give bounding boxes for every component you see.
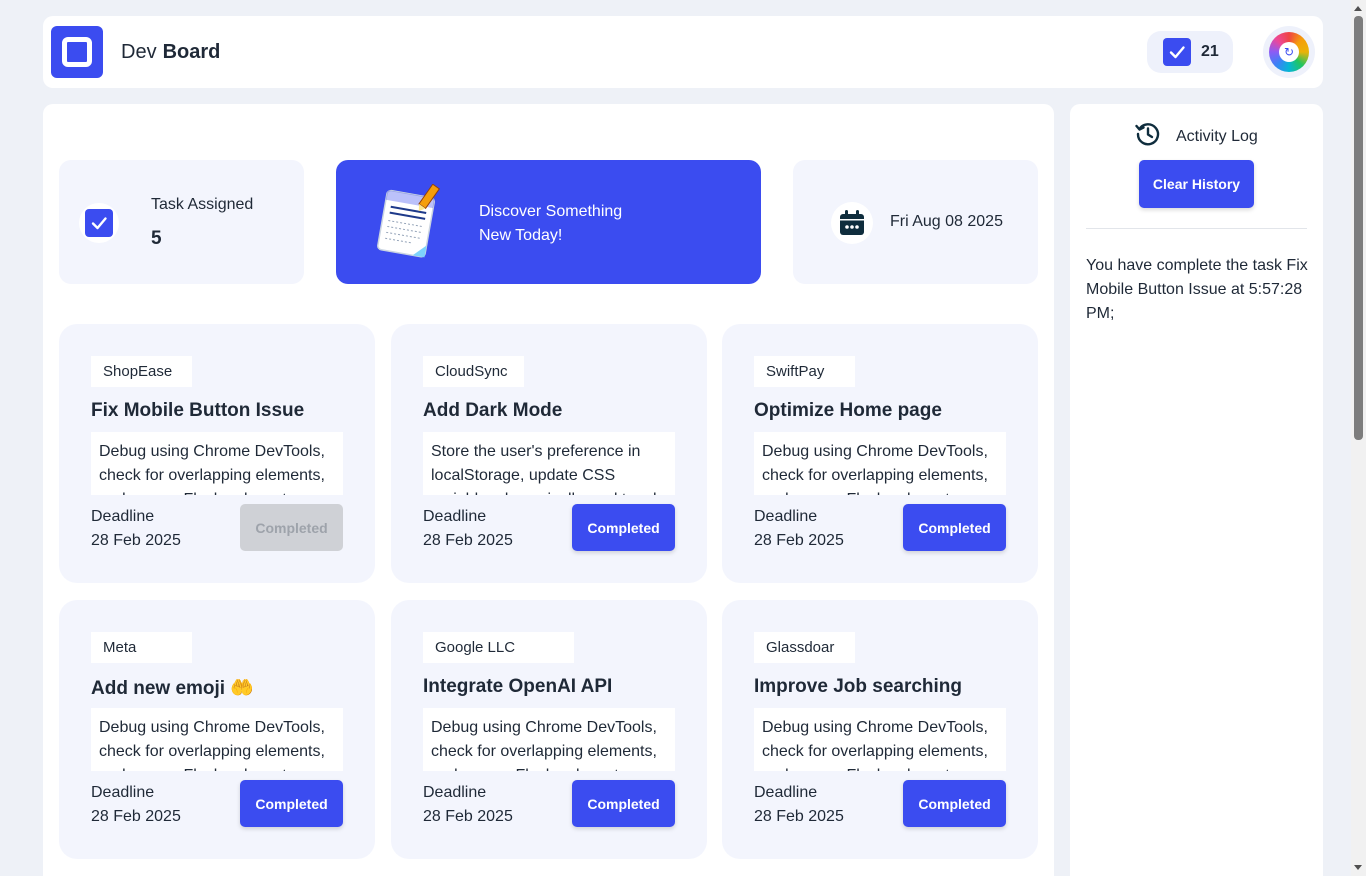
company-tag: CloudSync	[423, 356, 524, 387]
task-description: Debug using Chrome DevTools, check for o…	[754, 432, 1006, 495]
app-title: Dev Board	[121, 41, 220, 64]
completed-count: 21	[1201, 43, 1219, 60]
activity-log-title: Activity Log	[1176, 127, 1258, 145]
scrollbar-thumb[interactable]	[1354, 16, 1363, 440]
task-description: Debug using Chrome DevTools, check for o…	[423, 708, 675, 771]
task-title: Add Dark Mode	[423, 400, 563, 421]
task-title: Optimize Home page	[754, 400, 942, 421]
checkbox-icon	[85, 209, 113, 237]
completed-button[interactable]: Completed	[903, 780, 1006, 827]
devboard-logo-icon[interactable]	[51, 26, 103, 78]
deadline-label: Deadline	[91, 508, 155, 525]
app-title-part1: Dev	[121, 40, 157, 63]
main-panel: Task Assigned 5 Discover Something New T…	[43, 104, 1054, 876]
deadline-date: 28 Feb 2025	[423, 808, 513, 825]
deadline-date: 28 Feb 2025	[91, 532, 181, 549]
company-tag: Meta	[91, 632, 192, 663]
task-description: Debug using Chrome DevTools, check for o…	[754, 708, 1006, 771]
app-title-part2: Board	[162, 40, 221, 63]
deadline-date: 28 Feb 2025	[754, 808, 844, 825]
deadline-label: Deadline	[423, 508, 487, 525]
company-tag: ShopEase	[91, 356, 192, 387]
task-card: Meta Add new emoji 🤲 Debug using Chrome …	[59, 600, 375, 859]
scroll-down-arrow-icon[interactable]	[1354, 865, 1362, 870]
task-description: Store the user's preference in localStor…	[423, 432, 675, 495]
task-description: Debug using Chrome DevTools, check for o…	[91, 708, 343, 771]
divider	[1086, 228, 1307, 229]
checkbox-icon	[1163, 38, 1191, 66]
completed-button[interactable]: Completed	[903, 504, 1006, 551]
notepad-illustration	[372, 183, 444, 265]
task-card: Google LLC Integrate OpenAI API Debug us…	[391, 600, 707, 859]
deadline-date: 28 Feb 2025	[91, 808, 181, 825]
date-card: Fri Aug 08 2025	[793, 160, 1038, 284]
clear-history-button[interactable]: Clear History	[1139, 160, 1254, 208]
task-assigned-label: Task Assigned	[151, 196, 254, 213]
deadline-date: 28 Feb 2025	[423, 532, 513, 549]
task-title: Add new emoji 🤲	[91, 678, 255, 699]
banner-line-1: Discover Something	[479, 203, 623, 220]
completed-button[interactable]: Completed	[240, 504, 343, 551]
deadline-label: Deadline	[91, 784, 155, 801]
current-date: Fri Aug 08 2025	[890, 213, 1003, 230]
completed-button[interactable]: Completed	[572, 504, 675, 551]
deadline-date: 28 Feb 2025	[754, 532, 844, 549]
task-card: CloudSync Add Dark Mode Store the user's…	[391, 324, 707, 583]
task-card: Glassdoar Improve Job searching Debug us…	[722, 600, 1038, 859]
scroll-up-arrow-icon[interactable]	[1354, 6, 1362, 11]
deadline-label: Deadline	[754, 508, 818, 525]
activity-log-panel: Activity Log Clear History You have comp…	[1070, 104, 1323, 876]
top-header: Dev Board 21 ↻	[43, 16, 1323, 88]
task-title: Integrate OpenAI API	[423, 676, 613, 697]
banner-line-2: New Today!	[479, 227, 563, 244]
company-tag: SwiftPay	[754, 356, 855, 387]
task-assigned-card: Task Assigned 5	[59, 160, 304, 284]
activity-log-header: Activity Log	[1134, 120, 1258, 153]
calendar-icon	[831, 202, 873, 244]
theme-toggle-button[interactable]: ↻	[1263, 26, 1315, 78]
completed-button[interactable]: Completed	[572, 780, 675, 827]
task-card: ShopEase Fix Mobile Button Issue Debug u…	[59, 324, 375, 583]
deadline-label: Deadline	[754, 784, 818, 801]
company-tag: Google LLC	[423, 632, 574, 663]
task-description: Debug using Chrome DevTools, check for o…	[91, 432, 343, 495]
history-icon	[1134, 120, 1162, 153]
completed-button[interactable]: Completed	[240, 780, 343, 827]
activity-entry: You have complete the task Fix Mobile Bu…	[1086, 257, 1308, 322]
deadline-label: Deadline	[423, 784, 487, 801]
completed-count-badge: 21	[1147, 31, 1233, 73]
task-card: SwiftPay Optimize Home page Debug using …	[722, 324, 1038, 583]
color-wheel-icon: ↻	[1269, 32, 1309, 72]
task-assigned-value: 5	[151, 228, 162, 249]
company-tag: Glassdoar	[754, 632, 855, 663]
discover-banner-text: Discover Something New Today!	[479, 200, 622, 248]
page-scrollbar[interactable]	[1351, 0, 1366, 876]
task-title: Improve Job searching	[754, 676, 963, 697]
discover-banner: Discover Something New Today!	[336, 160, 761, 284]
task-title: Fix Mobile Button Issue	[91, 400, 305, 421]
